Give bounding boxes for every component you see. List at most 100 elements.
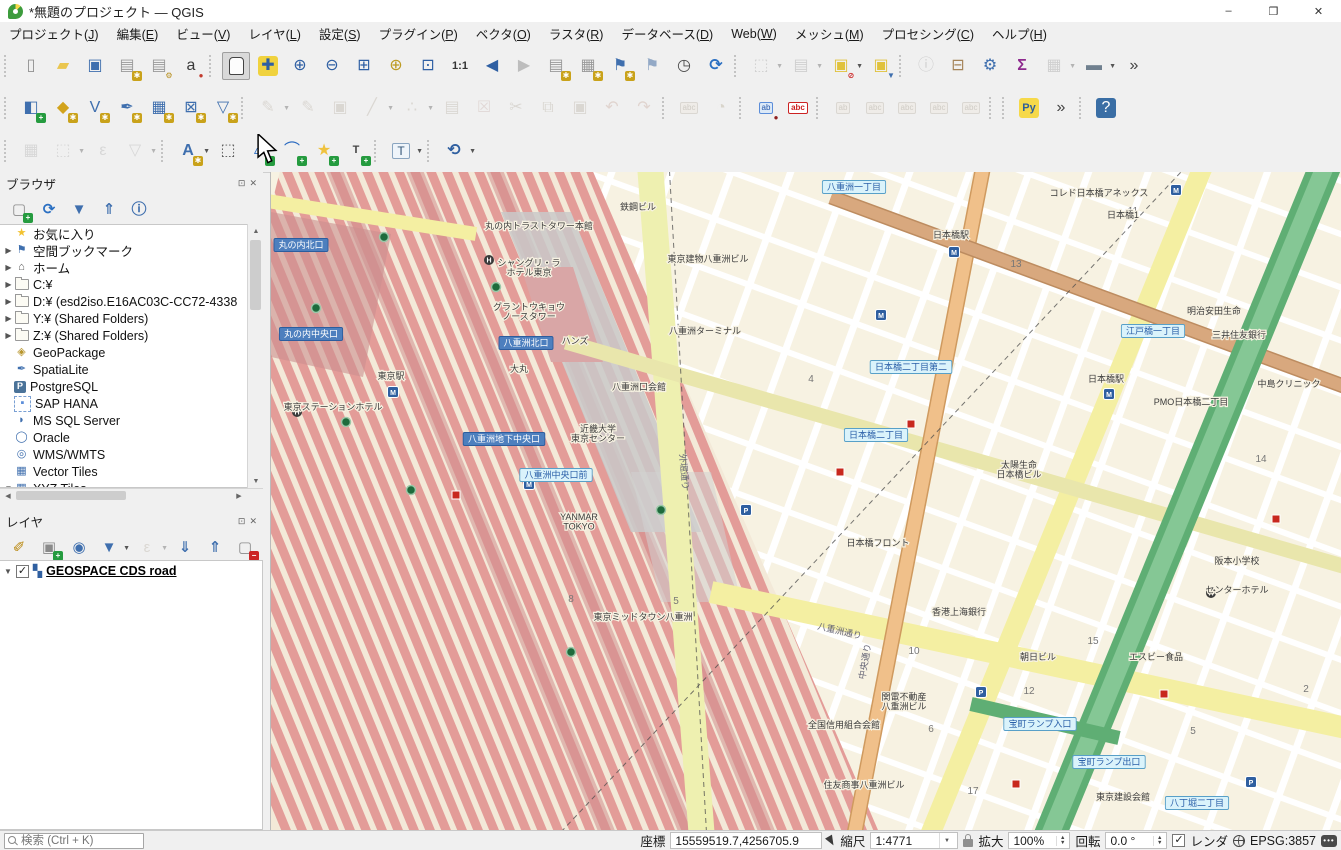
menu-r[interactable]: ラスタ(R): [540, 21, 613, 46]
map-canvas[interactable]: 外堀通り八重洲通り中央通りMMMMMMHHHPPP512151051711413…: [270, 172, 1341, 830]
zoom-last-button[interactable]: ◀: [478, 52, 506, 80]
magnifier-spin[interactable]: 100% ▲▼: [1008, 832, 1070, 849]
crs-globe-icon[interactable]: [1233, 835, 1245, 847]
crs-value[interactable]: EPSG:3857: [1250, 834, 1316, 848]
browser-item[interactable]: ◯Oracle: [0, 429, 262, 446]
browser-item[interactable]: ▼▦XYZ Tiles: [0, 480, 262, 488]
chevron-down-icon[interactable]: ▼: [1109, 63, 1116, 70]
browser-close-button[interactable]: ✕: [249, 178, 257, 189]
rotation-spin[interactable]: 0.0 ° ▲▼: [1105, 832, 1167, 849]
collapse-all-button[interactable]: ⇑: [96, 196, 122, 222]
modify-attributes-button[interactable]: ▤: [438, 94, 466, 122]
cut-features-button[interactable]: ✂: [502, 94, 530, 122]
new-geopackage-layer-button[interactable]: ◆✱: [49, 94, 77, 122]
temporal-controller-button[interactable]: ◷: [670, 52, 698, 80]
browser-item[interactable]: ◎WMS/WMTS: [0, 446, 262, 463]
layers-float-button[interactable]: ⊡: [238, 516, 246, 527]
rotate-label-button[interactable]: abc: [925, 94, 953, 122]
collapse-all-layers-button[interactable]: ⇑: [202, 534, 228, 560]
scrollbar-thumb[interactable]: [16, 491, 126, 500]
menu-v[interactable]: ビュー(V): [167, 21, 239, 46]
show-hidden-labels-button[interactable]: abc: [861, 94, 889, 122]
browser-item[interactable]: ◈GeoPackage: [0, 344, 262, 361]
chevron-down-icon[interactable]: ▼: [387, 105, 394, 112]
new-print-layout-button[interactable]: ▤✱: [113, 52, 141, 80]
render-checkbox[interactable]: ✓: [1172, 834, 1185, 847]
modify-annotations-button[interactable]: ⬚: [214, 137, 242, 165]
new-annotation-layer-button[interactable]: A✱▼: [174, 137, 202, 165]
deselect-features-button[interactable]: ▣⊘▼: [827, 52, 855, 80]
layer-visibility-checkbox[interactable]: ✓: [16, 565, 29, 578]
browser-item[interactable]: ✒SpatiaLite: [0, 361, 262, 378]
lock-scale-icon[interactable]: [963, 839, 973, 847]
chevron-down-icon[interactable]: ▼: [283, 105, 290, 112]
create-polygon-annotation-button[interactable]: ▱+: [246, 137, 274, 165]
toolbar-overflow-button[interactable]: »: [1120, 52, 1148, 80]
filter-by-expression-button[interactable]: ε▼: [134, 534, 160, 560]
search-input[interactable]: [4, 833, 144, 849]
chevron-down-icon[interactable]: ▼: [816, 63, 823, 70]
expander-icon[interactable]: ▶: [3, 280, 14, 289]
new-shapefile-layer-button[interactable]: V✱: [81, 94, 109, 122]
browser-item[interactable]: ▶⚑空間ブックマーク: [0, 242, 262, 259]
layer-name[interactable]: GEOSPACE CDS road: [46, 564, 176, 578]
zoom-out-button[interactable]: ⊖: [318, 52, 346, 80]
select-mesh-elements-button[interactable]: ⬚▼: [49, 137, 77, 165]
scroll-up-icon[interactable]: ▲: [248, 224, 264, 238]
spinner-arrows-icon[interactable]: ▲▼: [1056, 836, 1065, 846]
create-marker-annotation-button[interactable]: ★+: [310, 137, 338, 165]
new-spatial-bookmark-button[interactable]: ⚑✱: [606, 52, 634, 80]
labeling-options-button[interactable]: abc: [675, 94, 703, 122]
elevation-profile-button[interactable]: ⟲▼: [440, 137, 468, 165]
style-manager-button[interactable]: a●: [177, 52, 205, 80]
locator-search[interactable]: [4, 833, 144, 849]
manage-map-themes-button[interactable]: ◉: [66, 534, 92, 560]
chevron-down-icon[interactable]: ▼: [427, 105, 434, 112]
layer-labeling-rules-button[interactable]: abc: [784, 94, 812, 122]
chevron-down-icon[interactable]: ▼: [161, 545, 168, 552]
refresh-browser-button[interactable]: ⟳: [36, 196, 62, 222]
redo-button[interactable]: ↷: [630, 94, 658, 122]
chevron-down-icon[interactable]: ▼: [939, 833, 953, 848]
data-source-manager-button[interactable]: ◧+: [17, 94, 45, 122]
change-label-button[interactable]: abc: [957, 94, 985, 122]
new-temporary-scratch-layer-button[interactable]: ▦✱: [145, 94, 173, 122]
add-group-button[interactable]: ▣+: [36, 534, 62, 560]
zoom-full-extent-button[interactable]: ⊞: [350, 52, 378, 80]
scroll-down-icon[interactable]: ▼: [248, 474, 264, 488]
browser-item[interactable]: ▶Y:¥ (Shared Folders): [0, 310, 262, 327]
menu-l[interactable]: レイヤ(L): [239, 21, 309, 46]
minimize-button[interactable]: –: [1206, 0, 1251, 22]
select-features-by-value-button[interactable]: ▤▼: [787, 52, 815, 80]
zoom-next-button[interactable]: ▶: [510, 52, 538, 80]
browser-item[interactable]: ▦Vector Tiles: [0, 463, 262, 480]
browser-horizontal-scrollbar[interactable]: ◀ ▶: [0, 488, 263, 502]
coordinate-value[interactable]: 15559519.7,4256705.9: [670, 832, 822, 849]
browser-vertical-scrollbar[interactable]: ▲ ▼: [247, 224, 263, 488]
menu-m[interactable]: メッシュ(M): [786, 21, 873, 46]
save-layer-edits-button[interactable]: ▣: [326, 94, 354, 122]
menu-c[interactable]: プロセシング(C): [873, 21, 983, 46]
menu-w[interactable]: Web(W): [722, 24, 786, 44]
expander-icon[interactable]: ▶: [3, 331, 14, 340]
pin-labels-button[interactable]: ab: [829, 94, 857, 122]
menu-d[interactable]: データベース(D): [612, 21, 722, 46]
open-layer-styling-button[interactable]: ✐: [6, 534, 32, 560]
zoom-in-button[interactable]: ⊕: [286, 52, 314, 80]
current-edits-button[interactable]: ✎▼: [254, 94, 282, 122]
browser-item[interactable]: ▶⌂ホーム: [0, 259, 262, 276]
new-virtual-layer-button[interactable]: ▽✱: [209, 94, 237, 122]
pan-to-selection-button[interactable]: ✚: [254, 52, 282, 80]
browser-item[interactable]: ★お気に入り: [0, 225, 262, 242]
digitize-with-segment-button[interactable]: ╱▼: [358, 94, 386, 122]
pan-map-button[interactable]: [222, 52, 250, 80]
move-label-button[interactable]: abc: [893, 94, 921, 122]
identify-features-button[interactable]: ⓘ: [912, 52, 940, 80]
chevron-down-icon[interactable]: ▼: [78, 148, 85, 155]
browser-item[interactable]: ◗MS SQL Server: [0, 412, 262, 429]
menu-s[interactable]: 設定(S): [310, 21, 370, 46]
extents-pointer-icon[interactable]: [825, 834, 837, 847]
spinner-arrows-icon[interactable]: ▲▼: [1153, 836, 1162, 846]
browser-item[interactable]: ▶Z:¥ (Shared Folders): [0, 327, 262, 344]
create-line-annotation-button[interactable]: ⌒+: [278, 137, 306, 165]
